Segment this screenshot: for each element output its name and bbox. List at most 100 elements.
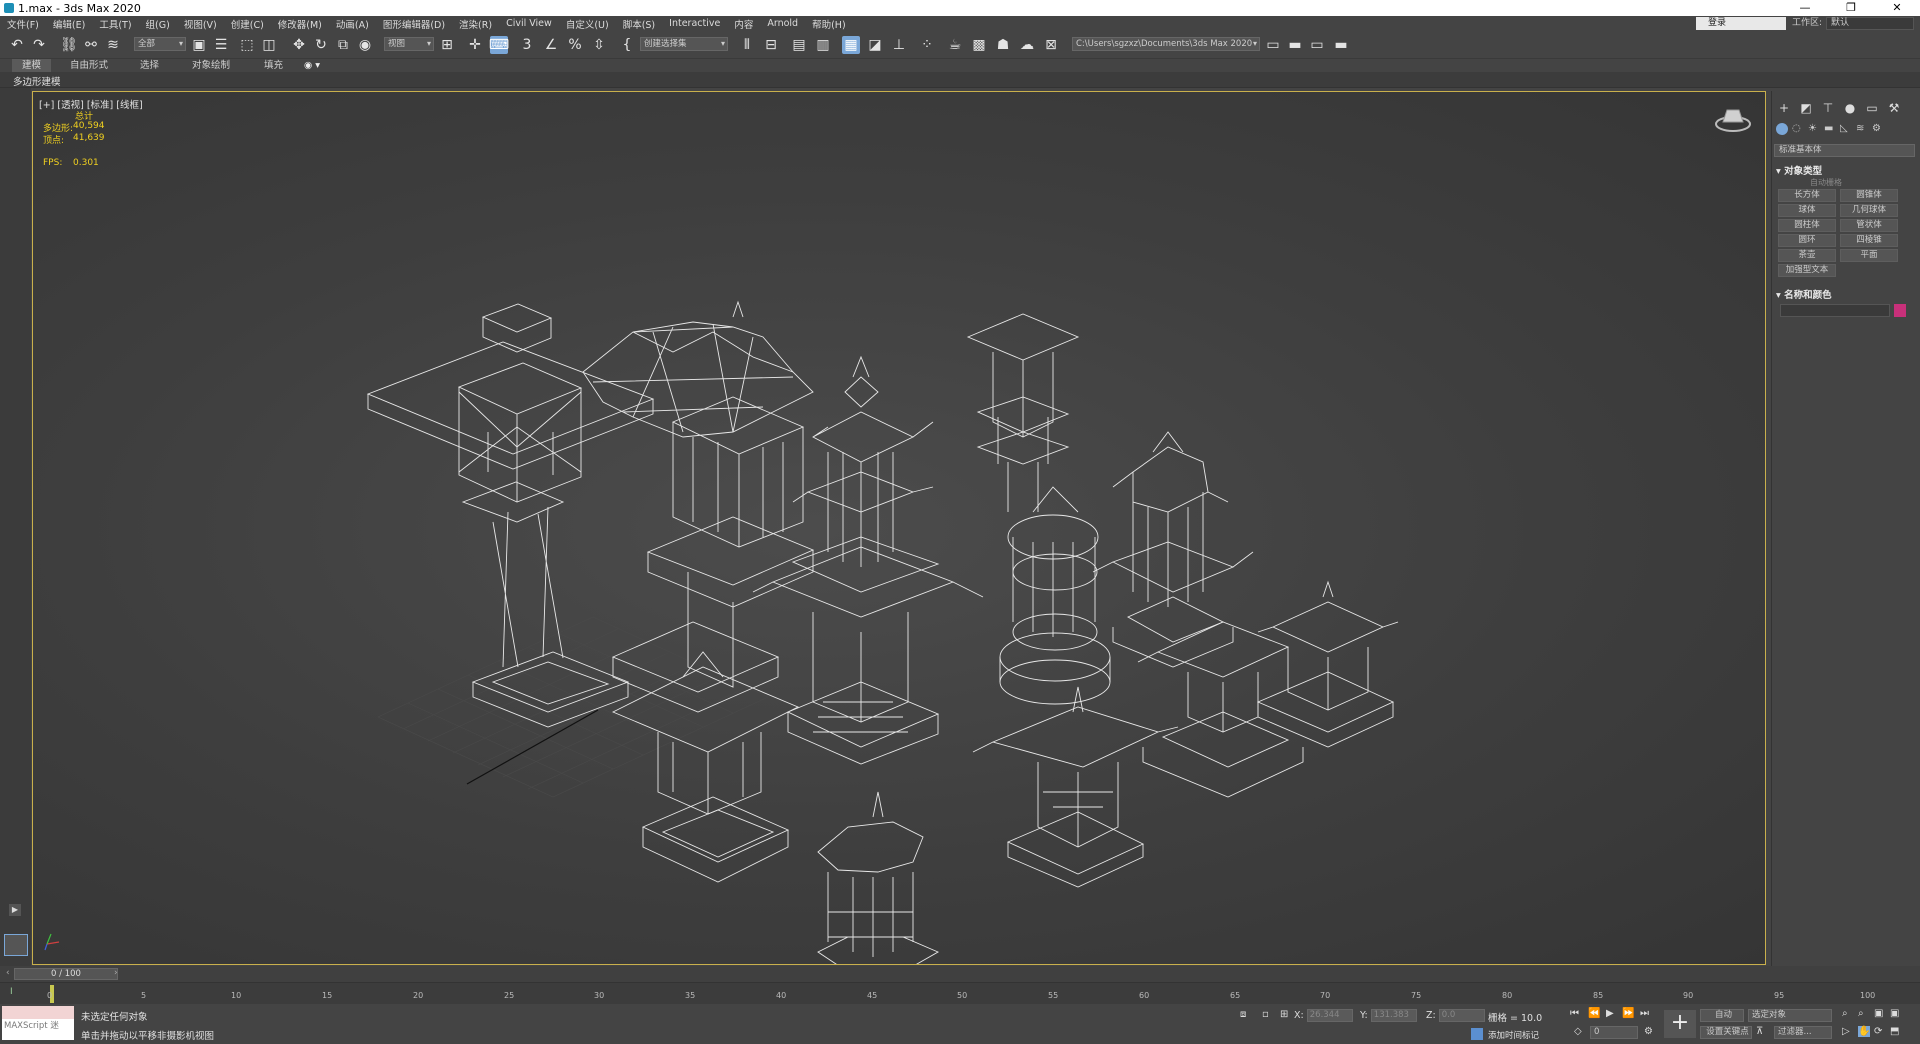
textplus-button[interactable]: 加强型文本 [1778, 264, 1836, 277]
polygon-modeling-label[interactable]: 多边形建模 [13, 74, 61, 88]
selection-set-dropdown[interactable]: 创建选择集 [640, 37, 728, 51]
lights-category-icon[interactable]: ☀ [1808, 123, 1817, 134]
ribbon-tab-freeform[interactable]: 自由形式 [70, 59, 108, 72]
plane-button[interactable]: 平面 [1840, 249, 1898, 262]
key-mode-icon[interactable]: ◇ [1574, 1026, 1582, 1037]
menu-scripting[interactable]: 脚本(S) [616, 17, 662, 31]
geometry-category-icon[interactable] [1776, 123, 1788, 135]
viewport-layout-thumb[interactable] [4, 934, 28, 956]
link-icon[interactable]: ⛓ [60, 36, 78, 54]
maximize-viewport-icon[interactable]: ⬒ [1890, 1026, 1899, 1037]
zoom-extents-icon[interactable]: ▣ [1874, 1008, 1883, 1019]
wireframe-scene[interactable] [33, 92, 1766, 965]
menu-graph-editors[interactable]: 图形编辑器(D) [376, 17, 452, 31]
redo-icon[interactable]: ↷ [30, 36, 48, 54]
modify-tab-icon[interactable]: ◩ [1798, 101, 1814, 115]
zoom-extents-all-icon[interactable]: ▣ [1890, 1008, 1899, 1019]
time-next-icon[interactable]: › [114, 968, 118, 978]
menu-help[interactable]: 帮助(H) [805, 17, 853, 31]
bind-spacewarp-icon[interactable]: ≋ [104, 36, 122, 54]
snaps-toggle-icon[interactable]: 3 [518, 36, 536, 54]
move-icon[interactable]: ✥ [290, 36, 308, 54]
isolate-selection-icon[interactable]: ⧈ [1240, 1009, 1246, 1020]
sphere-button[interactable]: 球体 [1778, 204, 1836, 217]
create-tab-icon[interactable]: + [1776, 101, 1792, 115]
key-filter-dropdown[interactable]: 选定对象 [1748, 1009, 1832, 1022]
project-path-dropdown[interactable]: C:\Users\sgzxz\Documents\3ds Max 2020 [1072, 37, 1260, 51]
menu-content[interactable]: 内容 [727, 17, 760, 31]
scene-states-icon[interactable]: ▬ [1286, 36, 1304, 54]
align-icon[interactable]: ⊟ [762, 36, 780, 54]
goto-end-icon[interactable]: ⏭ [1640, 1008, 1649, 1019]
filters-button[interactable]: 过滤器... [1774, 1026, 1832, 1039]
z-field[interactable]: 0.0 [1438, 1009, 1485, 1022]
goto-start-icon[interactable]: ⏮ [1570, 1008, 1579, 1019]
zoom-icon[interactable]: ⌕ [1842, 1008, 1848, 1019]
keyboard-shortcut-icon[interactable]: ⌨ [489, 36, 509, 54]
fov-icon[interactable]: ▷ [1842, 1026, 1850, 1037]
absolute-mode-icon[interactable]: ⊞ [1280, 1009, 1288, 1020]
time-tag-icon[interactable] [1471, 1028, 1483, 1040]
teapot-button[interactable]: 茶壶 [1778, 249, 1836, 262]
object-color-swatch[interactable] [1894, 304, 1906, 317]
workspace-dropdown[interactable]: 默认 [1826, 17, 1914, 30]
pivot-center-icon[interactable]: ⊞ [438, 36, 456, 54]
restore-button[interactable]: ❐ [1828, 0, 1874, 16]
menu-edit[interactable]: 编辑(E) [46, 17, 92, 31]
ribbon-tab-selection[interactable]: 选择 [140, 59, 159, 72]
tube-button[interactable]: 管状体 [1840, 219, 1898, 232]
a360-gallery-icon[interactable]: ⊠ [1042, 36, 1060, 54]
ribbon-options-icon[interactable]: ◉ ▾ [304, 59, 320, 72]
auto-key-button[interactable]: 自动 [1700, 1009, 1744, 1022]
object-name-input[interactable] [1780, 304, 1890, 317]
placement-icon[interactable]: ◉ [356, 36, 374, 54]
cylinder-button[interactable]: 圆柱体 [1778, 219, 1836, 232]
autogrid-checkbox[interactable]: 自动栅格 [1810, 177, 1842, 188]
schematic-view-icon[interactable]: ⊥ [890, 36, 908, 54]
expand-layout-icon[interactable]: ▶ [9, 904, 21, 916]
material-editor-icon[interactable]: ⁘ [918, 36, 936, 54]
menu-customize[interactable]: 自定义(U) [559, 17, 616, 31]
scene-explorer-icon[interactable]: ▤ [790, 36, 808, 54]
rendered-frame-icon[interactable]: ▩ [970, 36, 988, 54]
spacewarps-category-icon[interactable]: ≋ [1856, 123, 1864, 134]
menu-arnold[interactable]: Arnold [760, 18, 805, 29]
mirror-icon[interactable]: ⫴ [738, 36, 756, 54]
scale-icon[interactable]: ⧉ [334, 36, 352, 54]
torus-button[interactable]: 圆环 [1778, 234, 1836, 247]
selection-filter-dropdown[interactable]: 全部 [134, 37, 186, 51]
menu-tools[interactable]: 工具(T) [92, 17, 138, 31]
menu-rendering[interactable]: 渲染(R) [452, 17, 499, 31]
menu-interactive[interactable]: Interactive [662, 18, 727, 29]
spinner-snap-icon[interactable]: ⇳ [590, 36, 608, 54]
workspace-icon[interactable]: ▬ [1332, 36, 1350, 54]
shapes-category-icon[interactable]: ◌ [1792, 123, 1801, 134]
menu-modifiers[interactable]: 修改器(M) [271, 17, 329, 31]
maxscript-listener[interactable]: MAXScript 迷 [2, 1006, 74, 1040]
project-folder-icon[interactable]: ▭ [1264, 36, 1282, 54]
systems-category-icon[interactable]: ⚙ [1872, 123, 1881, 134]
curve-editor-icon[interactable]: ◪ [866, 36, 884, 54]
render-in-cloud-icon[interactable]: ☁ [1018, 36, 1036, 54]
helpers-category-icon[interactable]: ◺ [1840, 123, 1848, 134]
asset-tracking-icon[interactable]: ▭ [1308, 36, 1326, 54]
time-config-icon[interactable]: ⚙ [1644, 1026, 1653, 1037]
layer-explorer-icon[interactable]: ▥ [814, 36, 832, 54]
add-time-tag[interactable]: 添加时间标记 [1488, 1029, 1539, 1041]
utilities-tab-icon[interactable]: ⚒ [1886, 101, 1902, 115]
next-frame-icon[interactable]: ⏩ [1622, 1008, 1634, 1019]
rect-selection-icon[interactable]: ⬚ [238, 36, 256, 54]
undo-icon[interactable]: ↶ [8, 36, 26, 54]
track-bar[interactable]: Ⅰ 0 5 10 15 20 25 30 35 40 45 50 55 60 6… [0, 982, 1920, 1004]
ref-coord-dropdown[interactable]: 视图 [384, 37, 434, 51]
select-object-icon[interactable]: ▣ [190, 36, 208, 54]
menu-views[interactable]: 视图(V) [177, 17, 224, 31]
name-color-title[interactable]: ▾ 名称和颜色 [1776, 287, 1832, 301]
set-key-button[interactable]: 设置关键点 [1700, 1026, 1752, 1039]
edit-named-sets-icon[interactable]: { [618, 36, 636, 54]
frame-field[interactable]: 0 [1590, 1026, 1638, 1039]
set-key-big-icon[interactable]: + [1664, 1010, 1696, 1038]
orbit-icon[interactable]: ⟳ [1874, 1026, 1882, 1037]
key-filters-icon[interactable]: ⊼ [1756, 1026, 1763, 1037]
render-setup-icon[interactable]: ☕ [946, 36, 964, 54]
